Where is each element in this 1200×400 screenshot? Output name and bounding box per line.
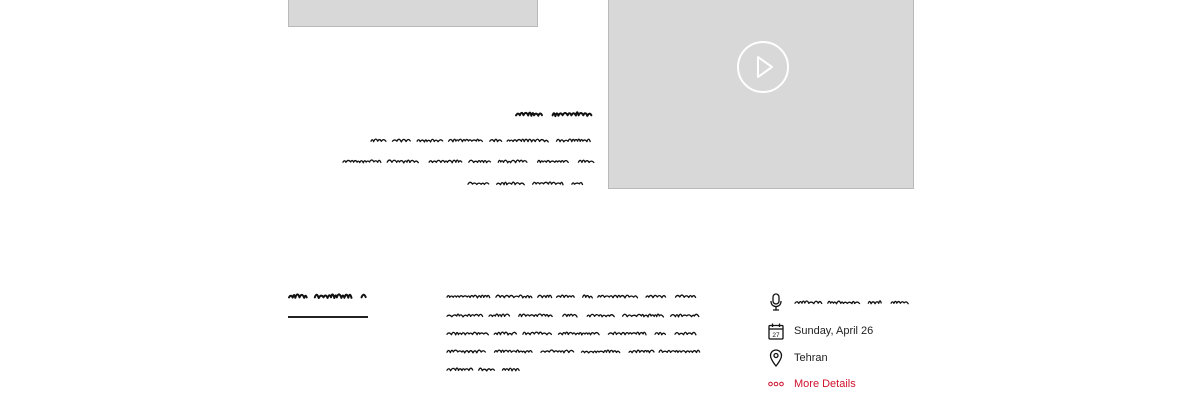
more-details-link[interactable]: More Details: [794, 378, 856, 390]
svg-text:27: 27: [772, 332, 780, 339]
description-line: [446, 331, 697, 336]
intro-text-line: [342, 159, 595, 164]
speaker-name: [794, 300, 909, 305]
event-date: Sunday, April 26: [794, 325, 874, 337]
title-underline: [288, 316, 368, 318]
play-icon[interactable]: [736, 40, 790, 94]
date-row: 27 Sunday, April 26: [768, 321, 873, 341]
more-details-row[interactable]: More Details: [768, 374, 856, 394]
description-line: [446, 349, 701, 354]
image-placeholder: [288, 0, 538, 27]
event-title: [288, 293, 367, 300]
event-location: Tehran: [794, 352, 828, 364]
description-line: [446, 313, 700, 318]
speaker-row: [768, 292, 912, 312]
more-dots-icon[interactable]: [768, 375, 784, 393]
description-line: [446, 294, 697, 299]
intro-text-line: [467, 181, 584, 186]
location-row: Tehran: [768, 348, 828, 368]
section-heading: [515, 111, 593, 118]
microphone-icon: [768, 293, 784, 311]
description-line: [446, 367, 520, 372]
intro-text-line: [370, 138, 591, 143]
location-pin-icon: [768, 349, 784, 367]
video-player[interactable]: [608, 0, 914, 189]
calendar-icon: 27: [768, 322, 784, 340]
